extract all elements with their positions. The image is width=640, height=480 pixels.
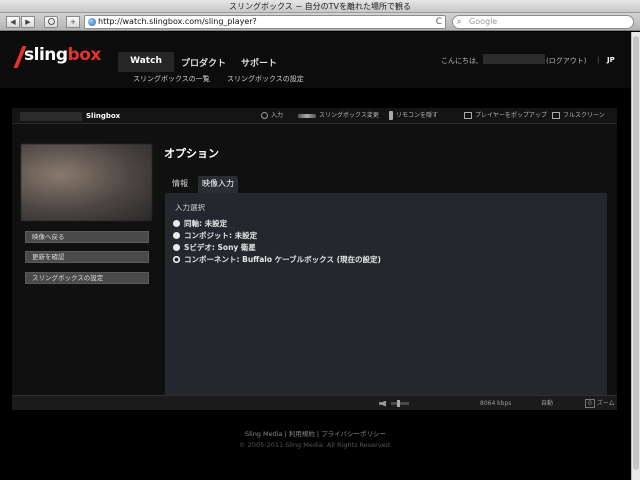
stop-reload-button[interactable] xyxy=(44,16,58,28)
scrollbar-thumb[interactable] xyxy=(633,36,639,470)
input-option-svideo[interactable]: Sビデオ: Sony 衛星 xyxy=(173,242,256,253)
nav-watch[interactable]: Watch xyxy=(118,52,174,72)
browser-toolbar: ◀ ▶ + http://watch.slingbox.com/sling_pl… xyxy=(0,13,640,31)
player-toolbar: Slingbox 入力 スリングボックス変更 リモコンを隠す プレイヤーをポップ… xyxy=(12,108,617,124)
input-option-coaxial[interactable]: 同軸: 未設定 xyxy=(173,218,227,229)
mode-auto[interactable]: 自動 xyxy=(541,396,553,411)
url-text: http://watch.slingbox.com/sling_player? xyxy=(98,17,257,26)
input-option-component[interactable]: コンポーネント: Buffalo ケーブルボックス (現在の設定) xyxy=(173,254,381,265)
language-selector[interactable]: JP xyxy=(607,56,615,64)
redacted-username xyxy=(483,54,545,64)
speaker-icon xyxy=(379,400,386,407)
nav-support[interactable]: サポート xyxy=(241,56,277,69)
slingplayer: Slingbox 入力 スリングボックス変更 リモコンを隠す プレイヤーをポップ… xyxy=(12,108,617,410)
volume-slider[interactable] xyxy=(390,400,409,407)
video-input-panel: 入力選択 同軸: 未設定 コンポジット: 未設定 Sビデオ: Sony 衛星 コ… xyxy=(165,193,607,400)
fullscreen-button[interactable]: フルスクリーン xyxy=(552,108,605,124)
input-button[interactable]: 入力 xyxy=(261,108,283,124)
search-icon: ⌕ xyxy=(457,17,462,26)
add-bookmark-button[interactable]: + xyxy=(66,16,80,28)
reload-icon[interactable]: C xyxy=(436,16,442,28)
volume-control[interactable] xyxy=(379,396,409,411)
hide-remote-button[interactable]: リモコンを隠す xyxy=(389,108,438,124)
zoom-box[interactable]: 0 xyxy=(585,399,595,408)
fullscreen-icon xyxy=(552,112,560,119)
change-slingbox-button[interactable]: スリングボックス変更 xyxy=(298,108,379,124)
separator: | xyxy=(597,56,600,64)
video-thumbnail[interactable] xyxy=(21,144,152,221)
device-name: Slingbox xyxy=(20,110,120,122)
slingbox-logo[interactable]: slingbox xyxy=(13,44,101,68)
nav-products[interactable]: プロダクト xyxy=(181,56,226,69)
options-title: オプション xyxy=(164,147,219,160)
subnav-slingbox-list[interactable]: スリングボックスの一覧 xyxy=(133,74,210,84)
input-option-composite[interactable]: コンポジット: 未設定 xyxy=(173,230,257,241)
input-icon xyxy=(261,112,268,119)
back-button[interactable]: ◀ xyxy=(6,16,20,28)
search-placeholder: Google xyxy=(469,17,498,26)
footer-links[interactable]: Sling Media | 利用規約 | プライバシーポリシー xyxy=(0,428,631,438)
volume-handle[interactable] xyxy=(396,400,400,407)
bitrate: 8064 kbps xyxy=(480,400,512,407)
back-to-video-button[interactable]: 映像へ戻る xyxy=(25,231,149,243)
logo-text: slingbox xyxy=(24,45,101,65)
greeting: こんにちは, xyxy=(441,57,479,65)
subnav-slingbox-settings[interactable]: スリングボックスの設定 xyxy=(227,74,304,84)
radio-selected-icon[interactable] xyxy=(173,255,180,263)
check-updates-button[interactable]: 更新を確認 xyxy=(25,251,149,263)
vertical-scrollbar[interactable] xyxy=(631,32,640,480)
search-field[interactable]: ⌕ Google xyxy=(452,15,634,29)
tab-video-input[interactable]: 映像入力 xyxy=(198,176,238,193)
redacted-device-prefix xyxy=(20,111,82,121)
site-header: slingbox Watch プロダクト サポート スリングボックスの一覧 スリ… xyxy=(0,32,631,88)
globe-icon xyxy=(88,18,96,26)
site-footer: Sling Media | 利用規約 | プライバシーポリシー © 2005-2… xyxy=(0,428,631,449)
forward-button[interactable]: ▶ xyxy=(21,16,35,28)
radio-icon[interactable] xyxy=(173,243,180,251)
player-status-bar: 8064 kbps 自動 0 ズーム xyxy=(12,395,617,410)
popup-icon xyxy=(464,112,472,119)
radio-icon[interactable] xyxy=(173,219,180,227)
tab-info[interactable]: 情報 xyxy=(168,176,192,193)
url-field[interactable]: http://watch.slingbox.com/sling_player? … xyxy=(84,15,446,29)
zoom-control[interactable]: 0 ズーム xyxy=(585,396,615,411)
radio-icon[interactable] xyxy=(173,231,180,239)
slingbox-settings-button[interactable]: スリングボックスの設定 xyxy=(25,272,149,284)
logout-link[interactable]: (ログアウト) xyxy=(546,56,586,66)
remote-icon xyxy=(389,111,393,120)
copyright: © 2005-2011 Sling Media. All Rights Rese… xyxy=(239,441,392,449)
popup-player-button[interactable]: プレイヤーをポップアップ xyxy=(464,108,547,124)
window-title: スリングボックス − 自分のTVを離れた場所で観る xyxy=(0,0,640,13)
zoom-label: ズーム xyxy=(596,400,615,407)
circle-icon xyxy=(47,18,55,25)
slingbox-icon xyxy=(298,113,316,118)
input-selection-label: 入力選択 xyxy=(175,203,205,212)
